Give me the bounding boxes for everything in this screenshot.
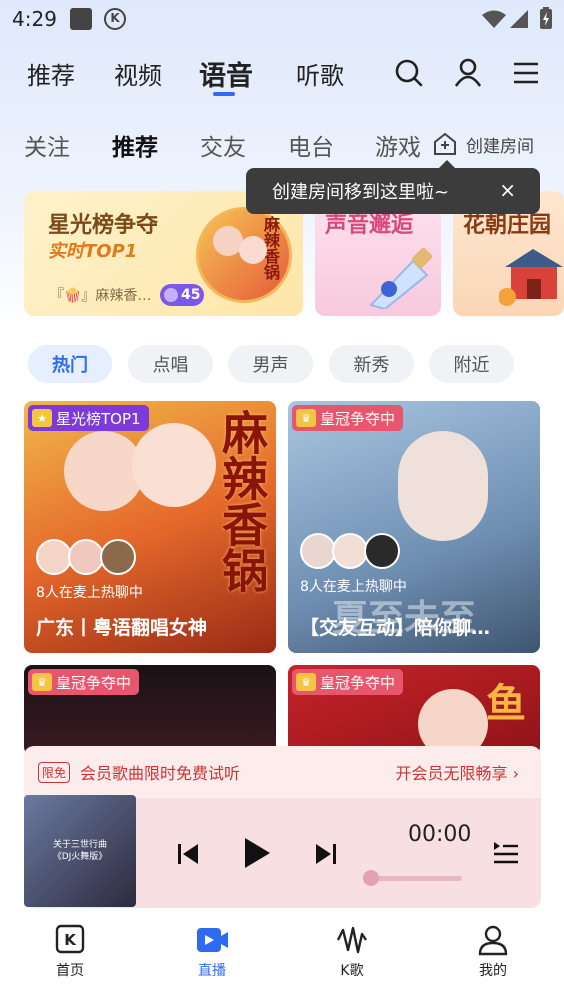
pavilion-icon: [499, 249, 563, 306]
tab-video[interactable]: 视频: [114, 56, 162, 91]
k-song-icon: [336, 926, 367, 954]
tab-voice[interactable]: 语音: [199, 54, 253, 93]
subtab-friends[interactable]: 交友: [200, 128, 246, 162]
vip-promo-bar[interactable]: 限免 会员歌曲限时免费试听 开会员无限畅享 ›: [24, 746, 541, 798]
play-icon[interactable]: [242, 836, 272, 870]
vip-upgrade-link[interactable]: 开会员无限畅享 ›: [395, 760, 519, 784]
room-card[interactable]: 麻辣香锅 ★ 星光榜TOP1 8人在麦上热聊中 广东丨粤语翻唱女神: [24, 401, 276, 653]
filter-request-song[interactable]: 点唱: [128, 345, 213, 383]
previous-icon[interactable]: [176, 842, 200, 866]
close-icon[interactable]: ×: [499, 178, 516, 202]
filter-newcomer[interactable]: 新秀: [329, 345, 414, 383]
user-icon[interactable]: [454, 58, 482, 88]
ranking-badge: ★ 星光榜TOP1: [28, 405, 149, 431]
crown-badge: ♛ 皇冠争夺中: [292, 669, 404, 695]
trophy-icon: ★: [32, 409, 52, 427]
room-card[interactable]: 花间语 ♛ 皇冠争夺中: [24, 665, 276, 755]
search-icon[interactable]: [395, 59, 423, 87]
poster-text: 麻辣香锅: [215, 409, 269, 593]
tab-recommend[interactable]: 推荐: [27, 56, 75, 91]
free-limited-tag: 限免: [38, 761, 71, 783]
banner-poster: 麻辣香锅: [196, 207, 292, 303]
profile-icon: [478, 925, 508, 956]
wifi-icon: [482, 10, 506, 28]
crown-badge: ♛ 皇冠争夺中: [292, 405, 404, 431]
album-cover-text: 关于三世行曲 《DJ火舞版》: [52, 840, 108, 862]
svg-text:K: K: [64, 931, 77, 949]
popularity-badge: 45: [160, 284, 204, 306]
active-tab-indicator: [213, 92, 235, 96]
room-card[interactable]: 夏至未至 ♛ 皇冠争夺中 8人在麦上热聊中 【交友互动】陪你聊…: [288, 401, 540, 653]
room-title: 广东丨粤语翻唱女神: [36, 617, 208, 639]
signal-icon: [510, 10, 528, 28]
avatar: [36, 539, 72, 575]
heat-icon: [164, 288, 178, 302]
face-icon: [239, 236, 267, 264]
on-mic-count: 8人在麦上热聊中: [36, 585, 143, 601]
chevron-right-icon: ›: [512, 764, 519, 783]
avatar: [300, 533, 336, 569]
subtab-games[interactable]: 游戏: [375, 128, 421, 162]
progress-knob[interactable]: [363, 870, 379, 886]
room-title: 【交友互动】陪你聊…: [300, 617, 491, 639]
crown-icon: ♛: [296, 409, 316, 427]
next-icon[interactable]: [314, 842, 338, 866]
playlist-icon[interactable]: [492, 840, 520, 866]
live-tv-icon: [197, 928, 228, 952]
create-room-label: 创建房间: [466, 136, 534, 157]
vip-promo-text: 会员歌曲限时免费试听: [80, 764, 241, 783]
create-room-button[interactable]: 创建房间: [432, 130, 534, 158]
on-mic-count: 8人在麦上热聊中: [300, 579, 407, 595]
album-cover[interactable]: 关于三世行曲 《DJ火舞版》: [24, 795, 136, 907]
create-room-icon: [434, 132, 456, 155]
host-photo: [132, 423, 216, 507]
playback-time: 00:00: [408, 822, 472, 847]
tab-music[interactable]: 听歌: [296, 56, 344, 91]
banner-song: 『🍿』麻辣香…: [50, 288, 152, 304]
poster-text: 鱼: [486, 681, 526, 727]
avatar: [100, 539, 136, 575]
avatar: [68, 539, 104, 575]
k-app-icon: K: [104, 8, 126, 30]
status-time: 4:29: [12, 7, 57, 31]
k-home-icon: K: [55, 924, 85, 954]
crown-icon: ♛: [32, 673, 52, 691]
filter-nearby[interactable]: 附近: [429, 345, 514, 383]
filter-hot[interactable]: 热门: [28, 345, 112, 383]
filter-male-voice[interactable]: 男声: [228, 345, 313, 383]
host-photo: [398, 431, 488, 541]
subtab-radio[interactable]: 电台: [288, 128, 334, 162]
subtab-follow[interactable]: 关注: [24, 128, 70, 162]
menu-icon[interactable]: [513, 62, 539, 84]
bottle-icon: [369, 247, 433, 309]
battery-icon: [540, 7, 552, 29]
room-card[interactable]: 鱼 ♛ 皇冠争夺中: [288, 665, 540, 755]
progress-bar[interactable]: [368, 876, 462, 881]
crown-badge: ♛ 皇冠争夺中: [28, 669, 140, 695]
banner-subtitle: 实时TOP1: [48, 241, 138, 262]
tooltip-text: 创建房间移到这里啦~: [272, 182, 450, 203]
create-room-tooltip: 创建房间移到这里啦~ ×: [246, 168, 540, 214]
avatar: [364, 533, 400, 569]
subtab-recommend[interactable]: 推荐: [112, 128, 158, 162]
notification-icon: [70, 8, 92, 30]
status-bar: 4:29 K: [0, 0, 564, 38]
mini-player[interactable]: 关于三世行曲 《DJ火舞版》 00:00: [24, 795, 541, 908]
banner-title: 星光榜争夺: [48, 213, 159, 238]
crown-icon: ♛: [296, 673, 316, 691]
avatar: [332, 533, 368, 569]
